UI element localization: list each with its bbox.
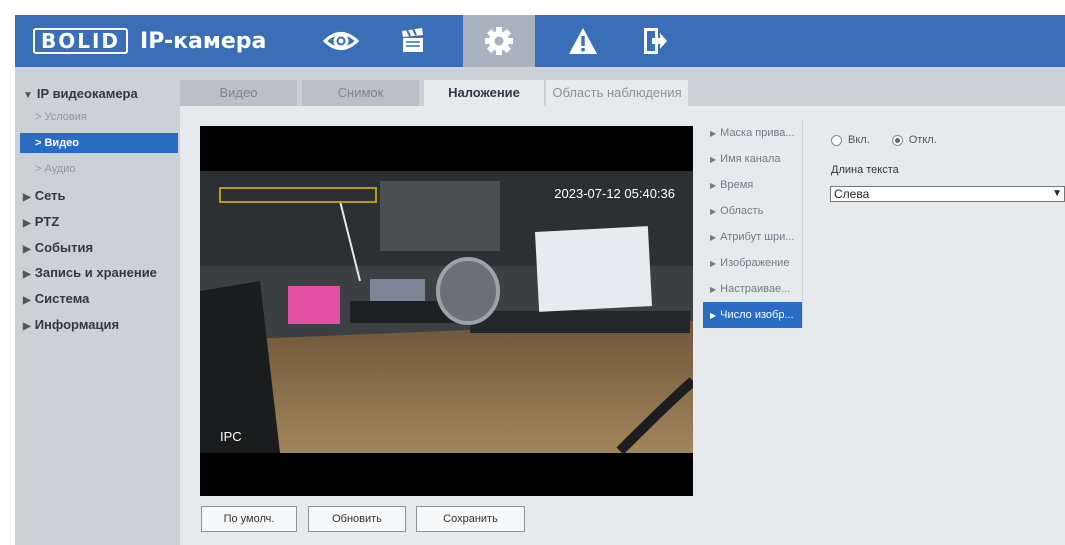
- overlay-item-label: Число изобр...: [720, 309, 794, 321]
- osd-area-frame[interactable]: [219, 187, 377, 203]
- collapsed-triangle-icon: ▶: [23, 321, 31, 332]
- sidebar-item-camera[interactable]: ▼ IP видеокамера: [23, 86, 138, 101]
- radio-on-label[interactable]: Вкл.: [848, 134, 870, 146]
- sidebar-subitem-label: Видео: [44, 137, 80, 149]
- clapperboard-icon: [402, 28, 423, 52]
- sidebar: ▼ IP видеокамера > Условия > Видео > Ауди…: [15, 67, 180, 545]
- overlay-item-time[interactable]: ▶ Время: [703, 172, 803, 198]
- overlay-item-label: Область: [720, 205, 764, 217]
- triangle-right-icon: ▶: [710, 311, 717, 320]
- overlay-item-channel-name[interactable]: ▶ Имя канала: [703, 146, 803, 172]
- sidebar-item-storage[interactable]: ▶ Запись и хранение: [23, 265, 157, 280]
- triangle-right-icon: ▶: [710, 129, 717, 138]
- tab-roi[interactable]: Область наблюдения: [546, 80, 688, 106]
- sidebar-item-network[interactable]: ▶ Сеть: [23, 188, 66, 203]
- text-length-label: Длина текста: [831, 164, 899, 176]
- sidebar-item-label: PTZ: [34, 214, 60, 229]
- overlay-item-label: Время: [720, 179, 754, 191]
- refresh-button[interactable]: Обновить: [308, 506, 406, 532]
- sidebar-item-ptz[interactable]: ▶ PTZ: [23, 214, 59, 229]
- overlay-item-label: Атрибут шри...: [720, 231, 795, 243]
- overlay-item-custom[interactable]: ▶ Настраивае...: [703, 276, 803, 302]
- sidebar-item-label: IP видеокамера: [36, 86, 138, 101]
- nav-playback[interactable]: [377, 15, 449, 67]
- collapsed-triangle-icon: ▶: [23, 218, 31, 229]
- triangle-right-icon: ▶: [710, 259, 717, 268]
- logo: BOLID IP-камера: [33, 26, 266, 56]
- text-length-select[interactable]: Слева ▼: [830, 186, 1065, 202]
- overlay-item-image[interactable]: ▶ Изображение: [703, 250, 803, 276]
- enable-radio-group: Вкл. Откл.: [831, 134, 959, 146]
- radio-on[interactable]: [831, 134, 842, 146]
- tab-video[interactable]: Видео: [180, 80, 297, 106]
- nav-alarm[interactable]: [547, 15, 619, 67]
- save-button[interactable]: Сохранить: [416, 506, 525, 532]
- radio-off[interactable]: [891, 134, 903, 146]
- sidebar-subitem-label: Условия: [44, 111, 87, 123]
- sidebar-item-label: Запись и хранение: [34, 265, 157, 280]
- overlay-item-area[interactable]: ▶ Область: [703, 198, 803, 224]
- select-value: Слева: [834, 187, 870, 201]
- overlay-item-label: Имя канала: [720, 153, 781, 165]
- sidebar-item-label: Информация: [34, 317, 120, 332]
- overlay-panel: 2023-07-12 05:40:36 IPC ▶ Маска прива... …: [180, 106, 1065, 545]
- overlay-item-font-attribute[interactable]: ▶ Атрибут шри...: [703, 224, 803, 250]
- logo-mark: BOLID: [33, 28, 129, 54]
- camera-image: [200, 171, 693, 453]
- overlay-item-label: Настраивае...: [720, 283, 791, 295]
- overlay-type-list: ▶ Маска прива... ▶ Имя канала ▶ Время ▶ Обла…: [703, 120, 803, 328]
- triangle-right-icon: ▶: [710, 155, 717, 164]
- sidebar-subitem-label: Аудио: [44, 163, 76, 175]
- expanded-triangle-icon: ▼: [23, 90, 33, 101]
- tab-snapshot[interactable]: Снимок: [302, 80, 419, 106]
- chevron-down-icon: ▼: [1052, 188, 1062, 199]
- sidebar-item-label: События: [34, 240, 94, 255]
- collapsed-triangle-icon: ▶: [23, 192, 31, 203]
- nav-logout[interactable]: [619, 15, 691, 67]
- sidebar-subitem-audio[interactable]: > Аудио: [20, 159, 178, 179]
- triangle-right-icon: ▶: [710, 233, 717, 242]
- sidebar-subitem-video[interactable]: > Видео: [20, 133, 178, 153]
- main-area: ▼ IP видеокамера > Условия > Видео > Ауди…: [15, 67, 1065, 545]
- top-bar: BOLID IP-камера: [15, 15, 1065, 67]
- collapsed-triangle-icon: ▶: [23, 269, 31, 280]
- collapsed-triangle-icon: ▶: [23, 295, 31, 306]
- overlay-item-image-count[interactable]: ▶ Число изобр...: [703, 302, 803, 328]
- osd-timestamp[interactable]: 2023-07-12 05:40:36: [554, 186, 675, 201]
- overlay-item-privacy-mask[interactable]: ▶ Маска прива...: [703, 120, 803, 146]
- sidebar-item-info[interactable]: ▶ Информация: [23, 317, 119, 332]
- logout-icon: [644, 28, 667, 54]
- collapsed-triangle-icon: ▶: [23, 244, 31, 255]
- osd-channel-name[interactable]: IPC: [220, 429, 242, 444]
- nav-settings[interactable]: [463, 15, 535, 67]
- sidebar-subitem-conditions[interactable]: > Условия: [20, 107, 178, 127]
- overlay-item-label: Изображение: [720, 257, 790, 269]
- sidebar-item-label: Сеть: [34, 188, 66, 203]
- eye-icon: [323, 32, 359, 50]
- nav-live-view[interactable]: [305, 15, 377, 67]
- warning-icon: [569, 28, 597, 54]
- radio-off-label[interactable]: Откл.: [909, 134, 937, 146]
- triangle-right-icon: ▶: [710, 181, 717, 190]
- video-preview[interactable]: 2023-07-12 05:40:36 IPC: [200, 126, 693, 496]
- sidebar-item-events[interactable]: ▶ События: [23, 240, 93, 255]
- app-title: IP-камера: [140, 28, 267, 54]
- overlay-item-label: Маска прива...: [720, 127, 795, 139]
- sidebar-item-label: Система: [34, 291, 90, 306]
- tab-overlay[interactable]: Наложение: [424, 80, 544, 106]
- sidebar-item-system[interactable]: ▶ Система: [23, 291, 89, 306]
- triangle-right-icon: ▶: [710, 285, 717, 294]
- gear-icon: [485, 27, 513, 55]
- default-button[interactable]: По умолч.: [201, 506, 297, 532]
- triangle-right-icon: ▶: [710, 207, 717, 216]
